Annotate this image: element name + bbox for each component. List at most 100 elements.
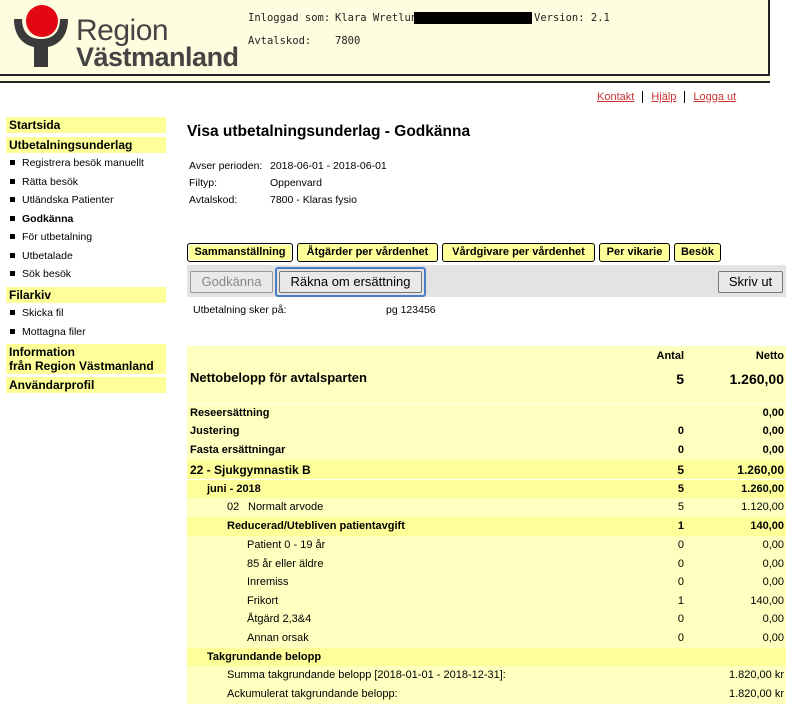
bullet-icon bbox=[10, 328, 15, 334]
row-antal: 5 bbox=[677, 501, 684, 513]
filtyp-label: Filtyp: bbox=[189, 177, 218, 189]
nav-item-sok-besok[interactable]: Sök besök bbox=[10, 268, 71, 280]
nav-item-label: Registrera besök manuellt bbox=[22, 157, 144, 169]
summary-label: Nettobelopp för avtalsparten bbox=[190, 370, 367, 385]
row-label: Reseersättning bbox=[190, 407, 270, 419]
tab-per-vikarie[interactable]: Per vikarie bbox=[599, 243, 670, 262]
nav-filarkiv[interactable]: Filarkiv bbox=[6, 287, 166, 303]
table-row: Inremiss 0 0,00 bbox=[187, 573, 786, 592]
nav-startsida[interactable]: Startsida bbox=[6, 117, 166, 133]
table-row: 02 Normalt arvode 5 1.120,00 bbox=[187, 498, 786, 517]
avtalskod-label: Avtalskod: bbox=[248, 35, 312, 47]
tab-sammanstallning[interactable]: Sammanställning bbox=[187, 243, 293, 262]
row-netto: 0,00 bbox=[762, 444, 784, 456]
bullet-icon bbox=[10, 159, 15, 165]
row-netto: 1.260,00 bbox=[737, 463, 784, 477]
nav-item-label: Utbetalade bbox=[22, 250, 73, 262]
payment-value: pg 123456 bbox=[386, 304, 436, 316]
row-label: Reducerad/Utebliven patientavgift bbox=[227, 520, 405, 532]
nav-item-for-utbetalning[interactable]: För utbetalning bbox=[10, 231, 92, 243]
rakna-om-ersattning-button[interactable]: Räkna om ersättning bbox=[279, 271, 422, 293]
nav-item-label: För utbetalning bbox=[22, 231, 93, 243]
nav-item-registrera[interactable]: Registrera besök manuellt bbox=[10, 157, 144, 169]
bullet-icon bbox=[10, 196, 15, 202]
row-antal: 5 bbox=[677, 483, 684, 495]
table-row: Reseersättning 0,00 bbox=[187, 404, 786, 423]
page-title: Visa utbetalningsunderlag - Godkänna bbox=[187, 123, 471, 140]
table-row: Fasta ersättningar 0 0,00 bbox=[187, 441, 786, 460]
avtalskod-info-value: 7800 - Klaras fysio bbox=[270, 194, 357, 206]
table-row: Åtgärd 2,3&4 0 0,00 bbox=[187, 610, 786, 629]
filtyp-value: Oppenvard bbox=[270, 177, 322, 189]
tab-besok[interactable]: Besök bbox=[674, 243, 721, 262]
nav-item-mottagna-filer[interactable]: Mottagna filer bbox=[10, 326, 86, 338]
row-label: Normalt arvode bbox=[248, 501, 324, 513]
row-label: Annan orsak bbox=[247, 632, 309, 644]
nav-item-label: Sök besök bbox=[22, 268, 72, 280]
row-antal: 0 bbox=[677, 613, 684, 625]
divider bbox=[684, 91, 686, 104]
nav-item-label: Godkänna bbox=[22, 213, 74, 225]
row-antal: 5 bbox=[677, 463, 684, 477]
row-antal: 0 bbox=[677, 558, 684, 570]
nav-item-label: Utländska Patienter bbox=[22, 194, 114, 206]
bullet-icon bbox=[10, 233, 15, 239]
row-label: Justering bbox=[190, 425, 240, 437]
nav-item-label: Mottagna filer bbox=[22, 326, 86, 338]
logged-in-user: Klara Wretlund bbox=[335, 12, 424, 24]
godkanna-button[interactable]: Godkänna bbox=[190, 271, 273, 293]
nav-information[interactable]: Information från Region Västmanland bbox=[6, 344, 166, 374]
summary-netto: 1.260,00 bbox=[729, 371, 785, 387]
header: Region Västmanland Inloggad som: Klara W… bbox=[0, 0, 770, 74]
row-antal: 0 bbox=[677, 632, 684, 644]
table-row: 22 - Sjukgymnastik B 5 1.260,00 bbox=[187, 460, 786, 479]
tab-vardgivare-per-vardenhet[interactable]: Vårdgivare per vårdenhet bbox=[442, 243, 595, 262]
row-code: 02 bbox=[227, 501, 240, 513]
hjalp-link[interactable]: Hjälp bbox=[651, 91, 676, 103]
row-netto: 0,00 bbox=[762, 407, 784, 419]
nav-item-utbetalade[interactable]: Utbetalade bbox=[10, 250, 73, 262]
row-label: Takgrundande belopp bbox=[207, 651, 322, 663]
row-netto: 140,00 bbox=[750, 520, 784, 532]
row-netto: 1.120,00 bbox=[741, 501, 784, 513]
header-divider bbox=[0, 74, 770, 83]
nav-information-line2: från Region Västmanland bbox=[9, 359, 154, 373]
row-netto: 0,00 bbox=[762, 539, 784, 551]
logga-ut-link[interactable]: Logga ut bbox=[693, 91, 736, 103]
bullet-icon bbox=[10, 270, 15, 276]
row-antal: 1 bbox=[677, 595, 684, 607]
period-value: 2018-06-01 - 2018-06-01 bbox=[270, 160, 387, 172]
tab-atgarder-per-vardenhet[interactable]: Åtgärder per vårdenhet bbox=[297, 243, 438, 262]
table-row: Frikort 1 140,00 bbox=[187, 592, 786, 611]
region-logo-icon bbox=[14, 5, 68, 67]
bullet-icon bbox=[10, 309, 15, 315]
row-antal: 0 bbox=[677, 425, 684, 437]
nav-item-utlandska[interactable]: Utländska Patienter bbox=[10, 194, 114, 206]
row-netto: 1.820,00 kr bbox=[728, 669, 784, 681]
top-links: Kontakt Hjälp Logga ut bbox=[597, 91, 736, 104]
row-netto: 0,00 bbox=[762, 558, 784, 570]
row-antal: 0 bbox=[677, 576, 684, 588]
nav-item-skicka-fil[interactable]: Skicka fil bbox=[10, 307, 63, 319]
nav-item-godkanna[interactable]: Godkänna bbox=[10, 213, 73, 225]
nav-item-ratta[interactable]: Rätta besök bbox=[10, 176, 78, 188]
skriv-ut-button[interactable]: Skriv ut bbox=[718, 271, 783, 293]
row-antal: 0 bbox=[677, 539, 684, 551]
row-netto: 0,00 bbox=[762, 425, 784, 437]
row-netto: 140,00 bbox=[750, 595, 784, 607]
nav-item-label: Skicka fil bbox=[22, 307, 64, 319]
kontakt-link[interactable]: Kontakt bbox=[597, 91, 634, 103]
row-netto: 0,00 bbox=[762, 613, 784, 625]
table-row: Patient 0 - 19 år 0 0,00 bbox=[187, 536, 786, 555]
table-row: Takgrundande belopp bbox=[187, 648, 786, 667]
row-antal: 1 bbox=[677, 520, 684, 532]
antal-header: Antal bbox=[656, 350, 685, 362]
row-netto: 0,00 bbox=[762, 576, 784, 588]
bullet-icon bbox=[10, 178, 15, 184]
summary-antal: 5 bbox=[676, 371, 684, 387]
row-antal: 0 bbox=[677, 444, 684, 456]
summary-block: Antal Netto Nettobelopp för avtalsparten… bbox=[187, 346, 786, 403]
nav-utbetalningsunderlag[interactable]: Utbetalningsunderlag bbox=[6, 137, 166, 153]
avtalskod-value: 7800 bbox=[335, 35, 361, 47]
nav-anvandarprofil[interactable]: Användarprofil bbox=[6, 377, 166, 393]
